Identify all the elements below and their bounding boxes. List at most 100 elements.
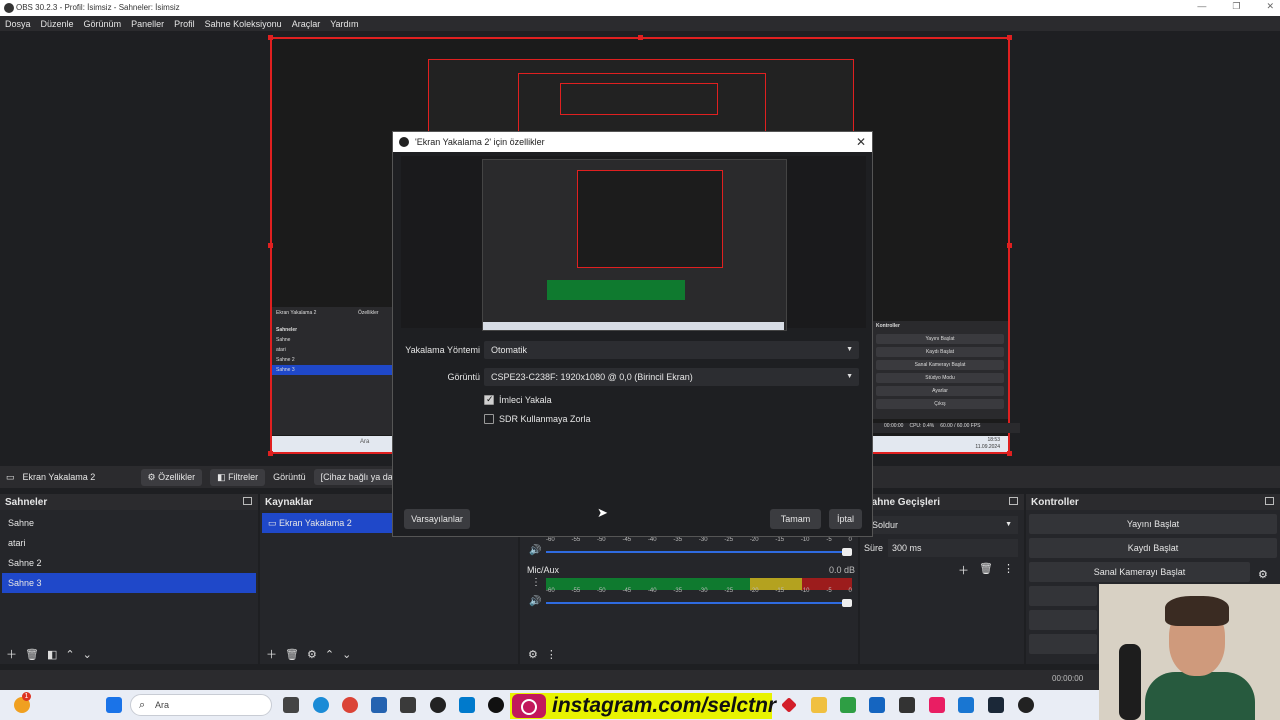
app-icon[interactable]: [488, 697, 504, 713]
undock-icon[interactable]: [243, 497, 252, 505]
resize-handle[interactable]: [1007, 35, 1012, 40]
add-transition-icon[interactable]: ＋: [958, 562, 969, 578]
filters-button[interactable]: ◧ Filtreler: [210, 468, 266, 486]
close-icon[interactable]: ✕: [856, 132, 866, 152]
scale-tick: -35: [673, 537, 683, 543]
start-recording-button[interactable]: Kaydı Başlat: [1029, 538, 1277, 558]
obs-taskbar-icon[interactable]: [1018, 697, 1034, 713]
chrome-icon[interactable]: [342, 697, 358, 713]
store-icon[interactable]: [371, 697, 387, 713]
file-explorer-icon[interactable]: [811, 697, 827, 713]
task-view-icon[interactable]: [283, 697, 299, 713]
scene-item[interactable]: atari: [2, 533, 256, 553]
menu-sahne-koleksiyonu[interactable]: Sahne Koleksiyonu: [205, 19, 282, 29]
menu-dosya[interactable]: Dosya: [5, 19, 31, 29]
scenes-title: Sahneler: [5, 497, 48, 508]
duration-spinbox[interactable]: 300 ms: [888, 539, 1018, 557]
resize-handle[interactable]: [1007, 243, 1012, 248]
move-down-icon[interactable]: ⌄: [83, 648, 92, 661]
transition-menu-icon[interactable]: ⋮: [1003, 562, 1014, 578]
app-icon[interactable]: [958, 697, 974, 713]
move-up-icon[interactable]: ⌃: [65, 648, 74, 661]
speaker-icon[interactable]: 🔊: [529, 596, 541, 607]
resize-handle[interactable]: [638, 35, 643, 40]
app-icon[interactable]: [929, 697, 945, 713]
scene-filters-icon[interactable]: ◧: [47, 648, 57, 661]
app-icon[interactable]: [840, 697, 856, 713]
ok-button[interactable]: Tamam: [770, 509, 821, 529]
mini-controls-title: Kontroller: [876, 323, 900, 329]
control-button[interactable]: [1029, 586, 1097, 606]
scene-item[interactable]: Sahne 2: [2, 553, 256, 573]
obs-taskbar-icon[interactable]: [430, 697, 446, 713]
undock-icon[interactable]: [1265, 497, 1274, 505]
add-source-icon[interactable]: ＋: [266, 646, 277, 662]
menu-duzenle[interactable]: Düzenle: [41, 19, 74, 29]
steam-icon[interactable]: [988, 697, 1004, 713]
windows-start-icon[interactable]: [106, 697, 122, 713]
source-settings-icon[interactable]: ⚙: [307, 648, 317, 661]
app-icon[interactable]: [869, 697, 885, 713]
scene-item-selected[interactable]: Sahne 3: [2, 573, 256, 593]
maximize-icon[interactable]: ❐: [1232, 1, 1240, 12]
scene-item[interactable]: Sahne: [2, 513, 256, 533]
resize-handle[interactable]: [268, 451, 273, 456]
menu-paneller[interactable]: Paneller: [131, 19, 164, 29]
display-select[interactable]: CSPE23-C238F: 1920x1080 @ 0,0 (Birincil …: [484, 368, 859, 386]
move-up-icon[interactable]: ⌃: [325, 648, 334, 661]
remove-transition-icon[interactable]: 🗑: [979, 562, 993, 578]
app-icon[interactable]: [781, 697, 797, 713]
volume-knob[interactable]: [842, 599, 852, 607]
defaults-button[interactable]: Varsayılanlar: [404, 509, 470, 529]
mic-menu-icon[interactable]: ⋮: [531, 577, 541, 588]
capture-method-select[interactable]: Otomatik ▼: [484, 341, 859, 359]
capture-cursor-checkbox[interactable]: [484, 394, 494, 405]
scale-tick: -45: [622, 537, 632, 543]
selected-source-name: Ekran Yakalama 2: [22, 472, 96, 482]
dialog-title: 'Ekran Yakalama 2' için özellikler: [415, 137, 545, 147]
virtual-camera-settings-icon[interactable]: ⚙: [1258, 568, 1268, 581]
force-sdr-checkbox[interactable]: [484, 414, 494, 424]
mini-status-time: 00:00:00: [884, 423, 904, 429]
transition-select[interactable]: Soldur ▼: [868, 516, 1018, 534]
display-select[interactable]: [Cihaz bağlı ya da: [313, 469, 400, 485]
search-placeholder: Ara: [155, 700, 170, 710]
resize-handle[interactable]: [1007, 451, 1012, 456]
resize-handle[interactable]: [268, 243, 273, 248]
resize-handle[interactable]: [268, 35, 273, 40]
cancel-button[interactable]: İptal: [829, 509, 862, 529]
mini-status-cpu: CPU: 0.4%: [909, 423, 935, 429]
vscode-icon[interactable]: [459, 697, 475, 713]
edge-icon[interactable]: [313, 697, 329, 713]
start-streaming-button[interactable]: Yayını Başlat: [1029, 514, 1277, 534]
start-virtual-camera-button[interactable]: Sanal Kamerayı Başlat: [1029, 562, 1250, 582]
scale-tick: -60: [546, 537, 555, 543]
mic-volume-slider[interactable]: [546, 599, 852, 607]
menu-araclar[interactable]: Araçlar: [292, 19, 321, 29]
remove-scene-icon[interactable]: 🗑: [25, 648, 39, 661]
undock-icon[interactable]: [1009, 497, 1018, 505]
menu-profil[interactable]: Profil: [174, 19, 195, 29]
github-icon[interactable]: [899, 697, 915, 713]
volume-knob[interactable]: [842, 548, 852, 556]
mixer-settings-icon[interactable]: ⚙: [528, 648, 538, 661]
remove-source-icon[interactable]: 🗑: [285, 648, 299, 661]
menu-yardim[interactable]: Yardım: [330, 19, 358, 29]
scale-tick: -40: [647, 537, 657, 543]
minimize-icon[interactable]: —: [1197, 1, 1206, 12]
menu-gorunum[interactable]: Görünüm: [84, 19, 122, 29]
app-icon[interactable]: [400, 697, 416, 713]
control-button[interactable]: [1029, 634, 1097, 654]
add-scene-icon[interactable]: ＋: [6, 646, 17, 662]
source-item[interactable]: ▭ Ekran Yakalama 2: [262, 513, 396, 533]
taskbar-search[interactable]: ⌕ Ara: [130, 694, 272, 716]
mini-control: Sanal Kamerayı Başlat: [876, 360, 1004, 370]
speaker-icon[interactable]: 🔊: [529, 545, 541, 556]
move-down-icon[interactable]: ⌄: [342, 648, 351, 661]
properties-button[interactable]: ⚙ Özellikler: [140, 468, 203, 486]
close-icon[interactable]: ✕: [1266, 1, 1274, 12]
volume-slider[interactable]: [546, 548, 852, 556]
control-button[interactable]: [1029, 610, 1097, 630]
capture-cursor-label: İmleci Yakala: [499, 395, 552, 405]
mixer-menu-icon[interactable]: ⋮: [546, 648, 557, 661]
